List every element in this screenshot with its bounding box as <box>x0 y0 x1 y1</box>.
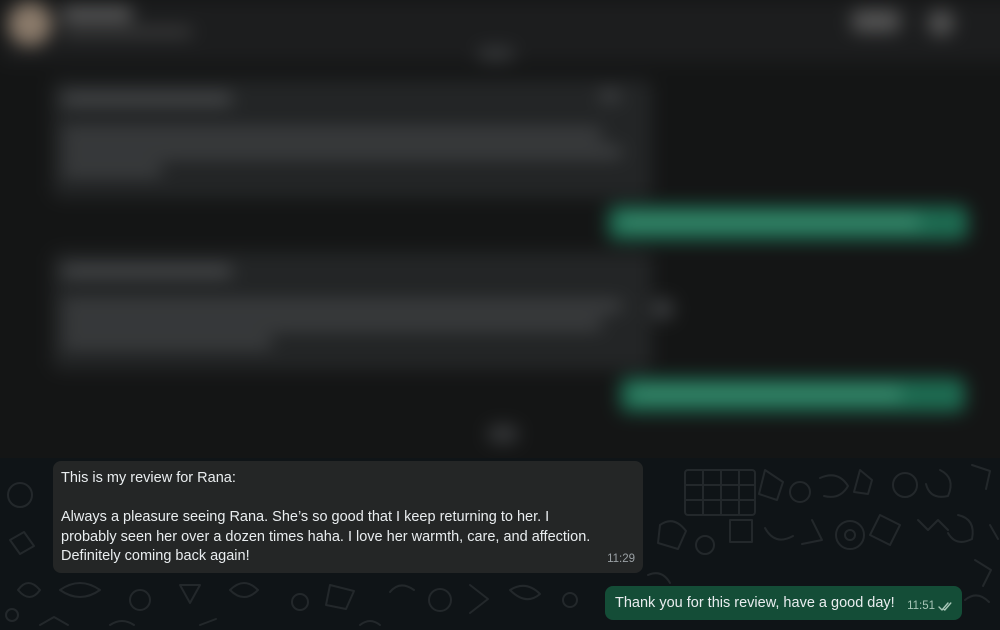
outgoing-message-text: Thank you for this review, have a good d… <box>615 595 895 611</box>
incoming-message-time: 11:29 <box>607 552 635 565</box>
outgoing-message-bubble[interactable]: Thank you for this review, have a good d… <box>605 586 962 620</box>
double-check-icon <box>938 601 954 612</box>
chat-window: This is my review for Rana: Always a ple… <box>0 0 1000 630</box>
outgoing-message-meta: 11:51 <box>907 597 954 616</box>
incoming-message-bubble[interactable]: This is my review for Rana: Always a ple… <box>53 461 643 573</box>
incoming-message-text: This is my review for Rana: Always a ple… <box>61 470 591 564</box>
blurred-conversation-area <box>0 0 1000 458</box>
outgoing-message-time: 11:51 <box>907 600 935 612</box>
